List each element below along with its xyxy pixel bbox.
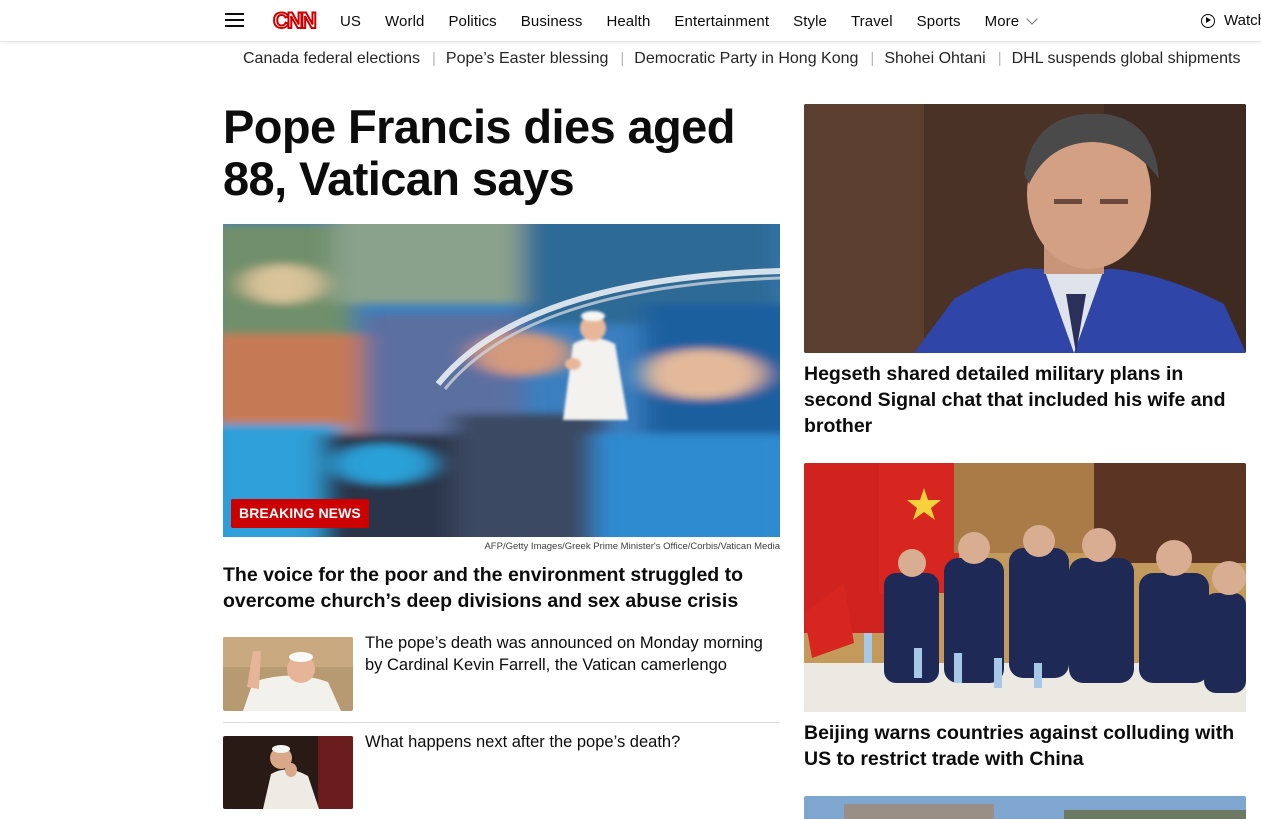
story-image-beijing[interactable] — [804, 463, 1246, 712]
play-icon — [1201, 13, 1215, 28]
watch-label: Watch — [1224, 12, 1261, 29]
divider: | — [870, 50, 875, 67]
nav-style[interactable]: Style — [793, 13, 827, 30]
nav-sports[interactable]: Sports — [917, 13, 961, 30]
nav-world[interactable]: World — [385, 13, 424, 30]
trending-item[interactable]: Pope’s Easter blessing — [446, 50, 608, 68]
nav-health[interactable]: Health — [606, 13, 650, 30]
divider: | — [432, 50, 436, 67]
divider — [223, 722, 780, 723]
cnn-logo[interactable]: CNN — [270, 8, 318, 32]
nav-entertainment[interactable]: Entertainment — [674, 13, 769, 30]
divider: | — [997, 50, 1002, 67]
breaking-news-badge: BREAKING NEWS — [231, 499, 369, 528]
trending-topics: Canada federal elections | Pope’s Easter b… — [243, 50, 1261, 72]
nav-politics[interactable]: Politics — [448, 13, 496, 30]
related-story-1[interactable]: The pope’s death was announced on Monday… — [365, 632, 765, 676]
trending-item[interactable]: DHL suspends global shipments — [1012, 50, 1241, 68]
trending-item[interactable]: Shohei Ohtani — [884, 50, 985, 68]
nav-travel[interactable]: Travel — [851, 13, 893, 30]
story-image-hegseth[interactable] — [804, 104, 1246, 353]
divider: | — [620, 50, 625, 67]
trending-item[interactable]: Canada federal elections — [243, 50, 420, 68]
nav-more-button[interactable]: More — [984, 12, 1038, 30]
svg-text:CNN: CNN — [273, 8, 316, 32]
story-title-hegseth[interactable]: Hegseth shared detailed military plans i… — [804, 361, 1252, 439]
watch-link[interactable]: Watch — [1201, 12, 1261, 29]
section-nav: US World Politics Business Health Entert… — [340, 0, 1060, 42]
chevron-down-icon — [1026, 12, 1038, 25]
top-nav-bar: CNN US World Politics Business Health En… — [0, 0, 1261, 42]
story-image-3[interactable] — [804, 796, 1246, 819]
trending-item[interactable]: Democratic Party in Hong Kong — [634, 50, 858, 68]
related-story-2[interactable]: What happens next after the pope’s death… — [365, 731, 765, 753]
lead-headline[interactable]: Pope Francis dies aged 88, Vatican says — [223, 101, 783, 205]
lead-image[interactable] — [223, 224, 780, 537]
related-thumbnail-1[interactable] — [223, 637, 353, 711]
related-thumbnail-2[interactable] — [223, 736, 353, 809]
menu-icon[interactable] — [225, 13, 244, 28]
story-title-beijing[interactable]: Beijing warns countries against colludin… — [804, 720, 1252, 772]
lead-subheadline[interactable]: The voice for the poor and the environme… — [223, 562, 783, 614]
image-credit: AFP/Getty Images/Greek Prime Minister's … — [484, 541, 780, 552]
nav-business[interactable]: Business — [521, 13, 583, 30]
nav-us[interactable]: US — [340, 13, 361, 30]
nav-more-label: More — [984, 12, 1020, 30]
